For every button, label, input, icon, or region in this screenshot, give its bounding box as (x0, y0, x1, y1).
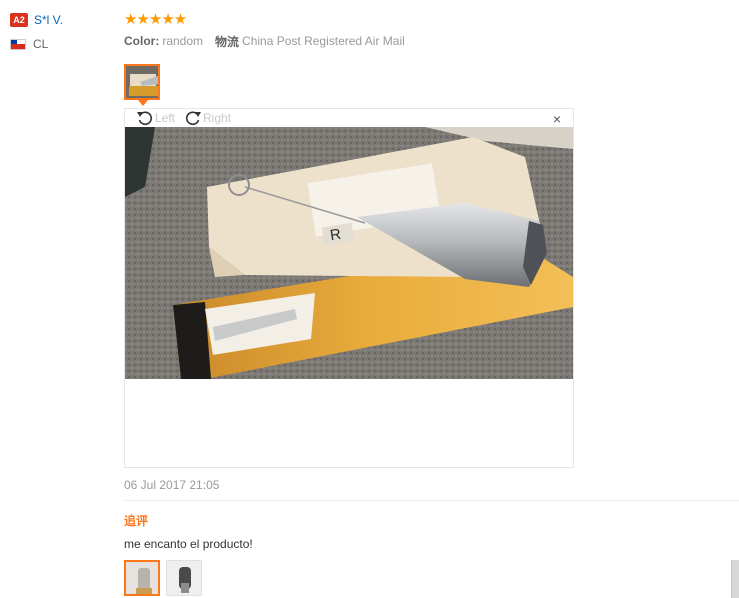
review-thumbnails (124, 64, 739, 106)
shipping-label: 物流 (215, 34, 240, 49)
reviewer-country: CL (10, 36, 110, 52)
additional-photo-thumbnail[interactable] (166, 560, 202, 596)
reviewer-name-line: A2 S*l V. (10, 12, 110, 28)
additional-thumbnails (124, 560, 208, 596)
thumbnail-pointer (138, 100, 148, 106)
shipping-value: China Post Registered Air Mail (242, 34, 405, 48)
rotate-left-icon (137, 111, 153, 126)
color-label: Color: (124, 34, 160, 48)
review-content: ★★★★★ Color: random 物流 China Post Regist… (124, 10, 739, 596)
close-icon[interactable]: × (553, 112, 561, 126)
rotate-left-button[interactable]: Left (135, 109, 175, 127)
divider (124, 500, 739, 501)
thumbnail-image (126, 562, 158, 594)
scrollbar[interactable] (731, 560, 739, 598)
thumbnail-image (126, 66, 158, 98)
review-photo-thumbnail[interactable] (124, 64, 160, 100)
additional-feedback-text: me encanto el producto! (124, 537, 253, 551)
rotate-right-button[interactable]: Right (183, 109, 231, 127)
order-info: Color: random 物流 China Post Registered A… (124, 32, 739, 50)
additional-feedback-title: 追评 (124, 514, 149, 528)
star-rating: ★★★★★ (124, 11, 187, 28)
review-photo: R (125, 127, 573, 379)
rotate-right-label: Right (203, 111, 232, 125)
country-code: CL (33, 37, 49, 51)
chile-flag-icon (10, 38, 26, 50)
reviewer-name[interactable]: S*l V. (34, 13, 63, 27)
reviewer-info: A2 S*l V. CL (10, 12, 110, 52)
viewer-toolbar: Left Right × (125, 109, 573, 127)
photo-viewer: Left Right × R (124, 108, 574, 468)
milk-frother-photo: R (125, 127, 573, 379)
additional-photo-thumbnail[interactable] (124, 560, 160, 596)
thumbnail-image (167, 561, 201, 595)
buyer-level-badge: A2 (10, 13, 28, 27)
rotate-left-label: Left (155, 111, 176, 125)
color-value: random (162, 34, 204, 48)
rotate-right-icon (185, 111, 202, 126)
review-date: 06 Jul 2017 21:05 (124, 478, 220, 492)
